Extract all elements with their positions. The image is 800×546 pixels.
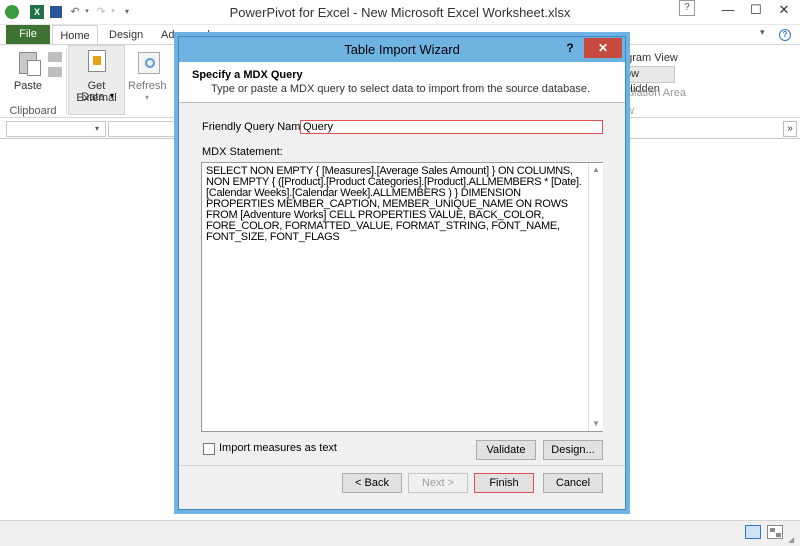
excel-icon[interactable]: X	[30, 5, 44, 19]
dialog-separator	[179, 465, 625, 466]
maximize-button[interactable]: ☐	[743, 0, 769, 20]
resize-grip-icon[interactable]: ◢	[788, 535, 794, 544]
refresh-button[interactable]: Refresh	[128, 80, 167, 92]
friendly-query-name-label: Friendly Query Name:	[202, 121, 310, 133]
clipboard-group-label: Clipboard	[9, 105, 57, 117]
formula-input[interactable]	[108, 121, 178, 137]
ribbon-separator	[66, 48, 67, 114]
expand-formula-icon[interactable]: »	[783, 121, 797, 137]
step-title: Specify a MDX Query	[192, 69, 303, 81]
name-box-dropdown-icon[interactable]: ▾	[95, 124, 99, 133]
refresh-dropdown-icon[interactable]: ▾	[145, 93, 149, 102]
validate-button[interactable]: Validate	[476, 440, 536, 460]
powerpivot-logo-icon	[5, 5, 19, 19]
dropdown-arrow-icon: ▾	[110, 91, 115, 100]
import-measures-checkbox[interactable]	[203, 443, 215, 455]
undo-dropdown-icon[interactable]: ▾	[80, 5, 94, 19]
tab-home[interactable]: Home	[52, 25, 98, 45]
back-button[interactable]: < Back	[342, 473, 402, 493]
mdx-statement-label: MDX Statement:	[202, 146, 283, 158]
calculation-area-button[interactable]: lculation Area	[620, 87, 686, 99]
dialog-help-button[interactable]: ?	[557, 38, 583, 58]
scroll-down-icon[interactable]: ▼	[589, 418, 603, 430]
minimize-button[interactable]: —	[715, 0, 741, 20]
tab-file[interactable]: File	[6, 25, 50, 44]
help-icon[interactable]: ?	[679, 0, 695, 16]
tab-design[interactable]: Design	[109, 25, 143, 45]
cut-icon[interactable]	[48, 52, 62, 62]
step-description: Type or paste a MDX query to select data…	[211, 83, 591, 95]
paste-icon[interactable]	[15, 50, 43, 76]
mdx-scrollbar[interactable]: ▲ ▼	[588, 163, 603, 431]
design-button[interactable]: Design...	[543, 440, 603, 460]
paste-button[interactable]: Paste	[10, 80, 46, 92]
name-box[interactable]: ▾	[6, 121, 106, 137]
mdx-statement-textarea[interactable]: SELECT NON EMPTY { [Measures].[Average S…	[201, 162, 603, 432]
import-measures-label: Import measures as text	[219, 442, 337, 454]
cancel-button[interactable]: Cancel	[543, 473, 603, 493]
next-button[interactable]: Next >	[408, 473, 468, 493]
show-hidden-button[interactable]: ow Hidden	[620, 66, 675, 95]
table-import-wizard-dialog: Table Import Wizard ? ✕ Specify a MDX Qu…	[178, 36, 626, 510]
diagram-view-icon[interactable]	[767, 525, 783, 539]
customize-toolbar-icon[interactable]: ▾	[120, 5, 134, 19]
save-icon[interactable]	[50, 6, 62, 18]
diagram-view-button[interactable]: agram View	[620, 52, 678, 64]
help-circle-icon[interactable]: ?	[779, 29, 791, 41]
redo-dropdown-icon[interactable]: ▾	[106, 5, 120, 19]
external-data-icon	[88, 50, 106, 72]
mdx-statement-text: SELECT NON EMPTY { [Measures].[Average S…	[206, 165, 582, 243]
window-title: PowerPivot for Excel - New Microsoft Exc…	[229, 5, 571, 20]
status-bar	[0, 520, 800, 546]
close-window-button[interactable]: ✕	[771, 0, 797, 20]
finish-button[interactable]: Finish	[474, 473, 534, 493]
refresh-icon	[138, 52, 160, 74]
grid-view-icon[interactable]	[745, 525, 761, 539]
ribbon-minimize-icon[interactable]: ▾	[760, 27, 765, 38]
scroll-up-icon[interactable]: ▲	[589, 164, 603, 176]
dialog-close-button[interactable]: ✕	[584, 38, 622, 58]
copy-icon[interactable]	[48, 67, 62, 77]
friendly-query-name-input[interactable]: Query	[300, 120, 603, 134]
